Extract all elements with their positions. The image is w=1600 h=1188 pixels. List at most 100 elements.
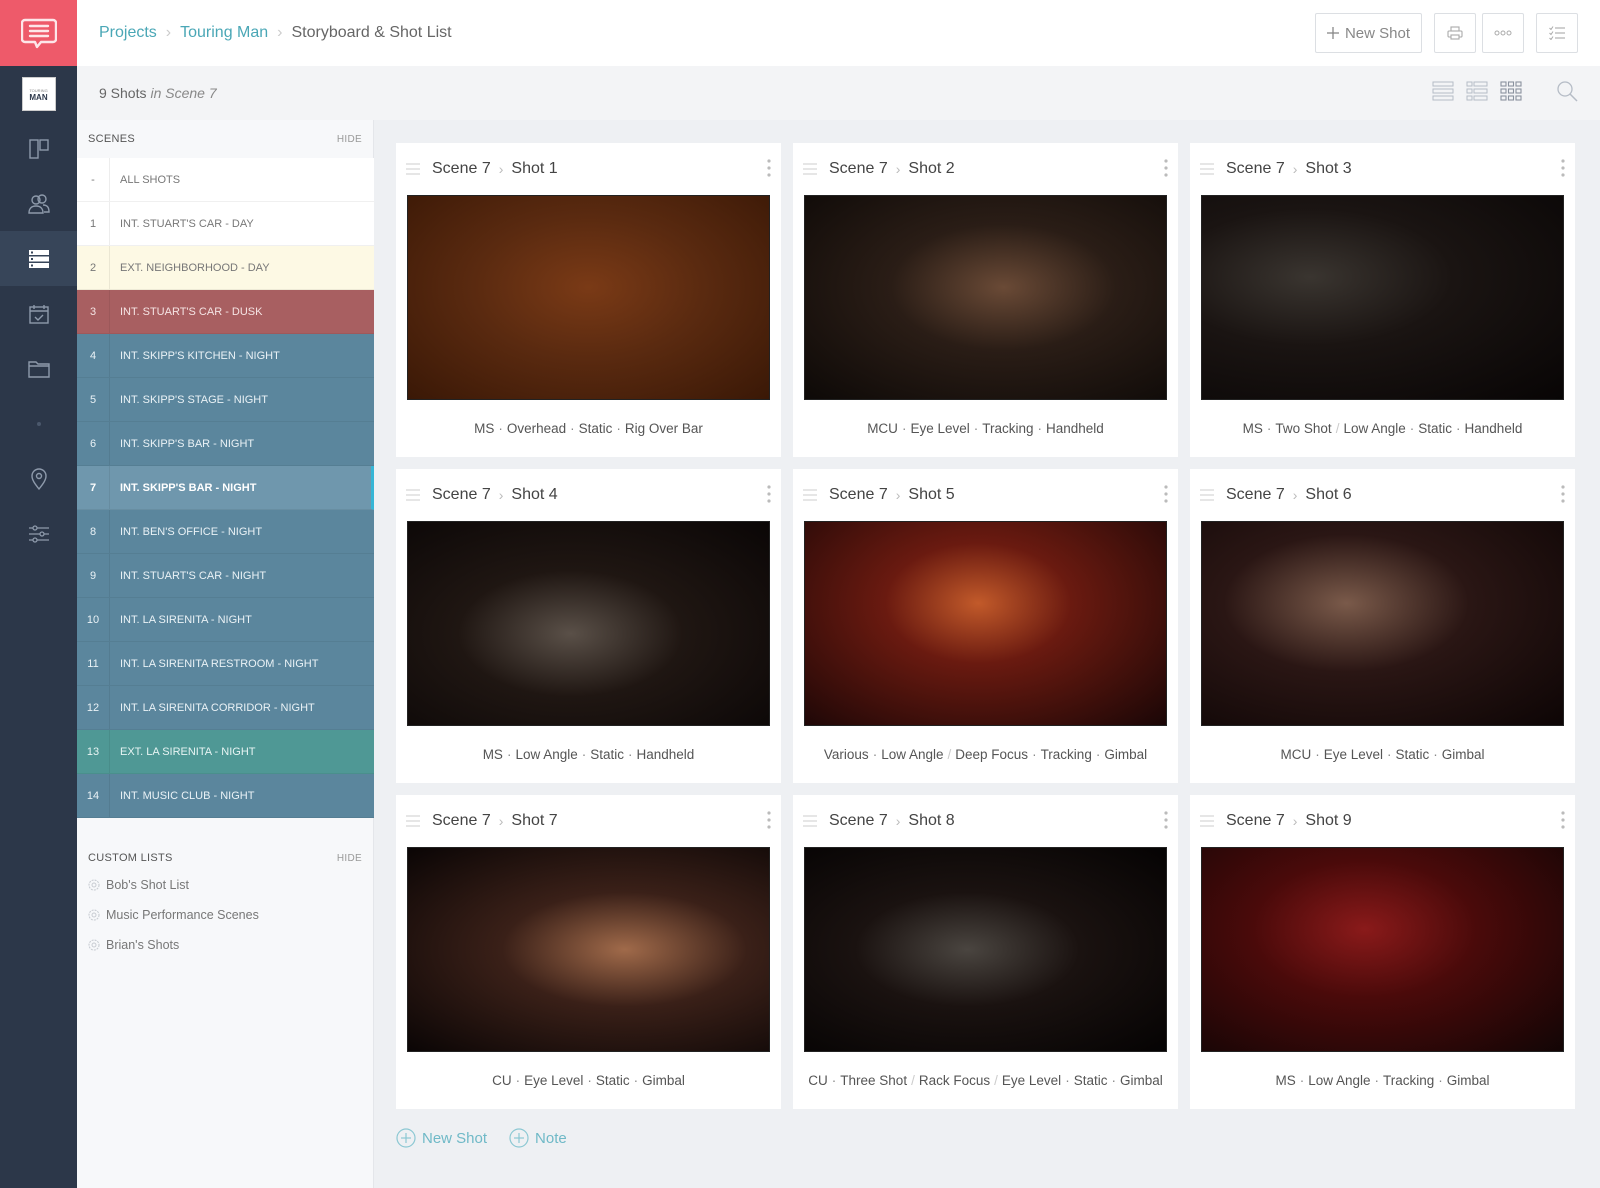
- custom-lists-hide-button[interactable]: HIDE: [337, 853, 362, 864]
- custom-list-item[interactable]: Brian's Shots: [77, 930, 373, 960]
- detail-list-view-toggle[interactable]: [1466, 80, 1488, 102]
- scene-row[interactable]: 6 INT. SKIPP'S BAR - NIGHT: [77, 422, 374, 466]
- search-button[interactable]: [1556, 80, 1578, 102]
- drag-handle-icon[interactable]: [406, 489, 420, 501]
- shot-scene[interactable]: Scene 7: [829, 160, 888, 178]
- shot-scene[interactable]: Scene 7: [829, 486, 888, 504]
- shot-card[interactable]: Scene 7 › Shot 9 MS · Low Angle · Tracking · G…: [1190, 795, 1575, 1109]
- drag-handle-icon[interactable]: [1200, 489, 1214, 501]
- shot-title[interactable]: Shot 7: [511, 812, 557, 830]
- rail-item-shot-list[interactable]: [0, 231, 77, 286]
- scene-row[interactable]: 5 INT. SKIPP'S STAGE - NIGHT: [77, 378, 374, 422]
- rail-item-files[interactable]: [0, 341, 77, 396]
- shot-title[interactable]: Shot 2: [908, 160, 954, 178]
- shot-thumbnail[interactable]: [407, 521, 770, 726]
- shot-thumbnail[interactable]: [407, 195, 770, 400]
- drag-handle-icon[interactable]: [803, 815, 817, 827]
- custom-list-item[interactable]: Music Performance Scenes: [77, 900, 373, 930]
- add-note-link[interactable]: Note: [509, 1128, 567, 1148]
- more-horizontal-icon: [1494, 30, 1512, 36]
- app-logo[interactable]: [0, 0, 77, 66]
- scenes-hide-button[interactable]: HIDE: [337, 134, 362, 145]
- shot-card[interactable]: Scene 7 › Shot 7 CU · Eye Level · Static · Gim…: [396, 795, 781, 1109]
- kebab-menu-icon[interactable]: [767, 159, 771, 177]
- shot-card[interactable]: Scene 7 › Shot 2 MCU · Eye Level · Tracking ·…: [793, 143, 1178, 457]
- shot-card[interactable]: Scene 7 › Shot 5 Various · Low Angle / Deep …: [793, 469, 1178, 783]
- rail-item-calendar[interactable]: [0, 286, 77, 341]
- scene-row[interactable]: 11 INT. LA SIRENITA RESTROOM - NIGHT: [77, 642, 374, 686]
- kebab-menu-icon[interactable]: [1561, 811, 1565, 829]
- scene-row[interactable]: 2 EXT. NEIGHBORHOOD - DAY: [77, 246, 374, 290]
- scene-row[interactable]: 4 INT. SKIPP'S KITCHEN - NIGHT: [77, 334, 374, 378]
- shot-scene[interactable]: Scene 7: [829, 812, 888, 830]
- grid-view-toggle[interactable]: [1500, 80, 1522, 102]
- scene-row[interactable]: 1 INT. STUART'S CAR - DAY: [77, 202, 374, 246]
- caption-separator: ·: [1456, 421, 1461, 436]
- checklist-button[interactable]: [1536, 13, 1578, 53]
- shot-title[interactable]: Shot 5: [908, 486, 954, 504]
- rail-item-locations[interactable]: [0, 451, 77, 506]
- shot-scene[interactable]: Scene 7: [432, 160, 491, 178]
- breadcrumb-project[interactable]: Touring Man: [180, 24, 268, 42]
- shot-title[interactable]: Shot 6: [1305, 486, 1351, 504]
- shot-card[interactable]: Scene 7 › Shot 3 MS · Two Shot / Low Angle · S…: [1190, 143, 1575, 457]
- drag-handle-icon[interactable]: [406, 163, 420, 175]
- list-view-toggle[interactable]: [1432, 80, 1454, 102]
- custom-list-item[interactable]: Bob's Shot List: [77, 870, 373, 900]
- folder-icon: [27, 360, 50, 378]
- kebab-menu-icon[interactable]: [767, 485, 771, 503]
- scene-row[interactable]: 10 INT. LA SIRENITA - NIGHT: [77, 598, 374, 642]
- project-switcher[interactable]: TOURING MAN: [0, 66, 77, 121]
- breadcrumb-projects[interactable]: Projects: [99, 24, 157, 42]
- rail-item-settings[interactable]: [0, 506, 77, 561]
- rail-item-people[interactable]: [0, 176, 77, 231]
- drag-handle-icon[interactable]: [1200, 815, 1214, 827]
- scene-row[interactable]: 13 EXT. LA SIRENITA - NIGHT: [77, 730, 374, 774]
- scene-row[interactable]: 14 INT. MUSIC CLUB - NIGHT: [77, 774, 374, 818]
- add-new-shot-link[interactable]: New Shot: [396, 1128, 487, 1148]
- shot-thumbnail[interactable]: [804, 847, 1167, 1052]
- shot-thumbnail[interactable]: [407, 847, 770, 1052]
- shot-thumbnail[interactable]: [1201, 847, 1564, 1052]
- drag-handle-icon[interactable]: [803, 163, 817, 175]
- shot-thumbnail[interactable]: [804, 521, 1167, 726]
- scene-row[interactable]: 3 INT. STUART'S CAR - DUSK: [77, 290, 374, 334]
- shot-thumbnail[interactable]: [1201, 195, 1564, 400]
- shot-scene[interactable]: Scene 7: [1226, 812, 1285, 830]
- scene-number: 9: [77, 554, 110, 597]
- print-button[interactable]: [1434, 13, 1476, 53]
- kebab-menu-icon[interactable]: [1164, 811, 1168, 829]
- shot-card[interactable]: Scene 7 › Shot 4 MS · Low Angle · Static · Han…: [396, 469, 781, 783]
- shot-thumbnail[interactable]: [804, 195, 1167, 400]
- kebab-menu-icon[interactable]: [767, 811, 771, 829]
- shot-title[interactable]: Shot 8: [908, 812, 954, 830]
- shot-scene[interactable]: Scene 7: [432, 486, 491, 504]
- drag-handle-icon[interactable]: [803, 489, 817, 501]
- scene-row[interactable]: 8 INT. BEN'S OFFICE - NIGHT: [77, 510, 374, 554]
- shot-card[interactable]: Scene 7 › Shot 8 CU · Three Shot / Rack Focu…: [793, 795, 1178, 1109]
- scene-row[interactable]: - ALL SHOTS: [77, 158, 374, 202]
- kebab-menu-icon[interactable]: [1561, 159, 1565, 177]
- shot-title[interactable]: Shot 4: [511, 486, 557, 504]
- shot-scene[interactable]: Scene 7: [1226, 486, 1285, 504]
- kebab-menu-icon[interactable]: [1164, 485, 1168, 503]
- breadcrumb: Projects › Touring Man › Storyboard & Sh…: [99, 24, 452, 42]
- new-shot-button[interactable]: New Shot: [1315, 13, 1422, 53]
- shot-scene[interactable]: Scene 7: [1226, 160, 1285, 178]
- drag-handle-icon[interactable]: [406, 815, 420, 827]
- rail-item-storyboard[interactable]: [0, 121, 77, 176]
- shot-title[interactable]: Shot 9: [1305, 812, 1351, 830]
- scene-row[interactable]: 9 INT. STUART'S CAR - NIGHT: [77, 554, 374, 598]
- shot-card[interactable]: Scene 7 › Shot 6 MCU · Eye Level · Static · Gi…: [1190, 469, 1575, 783]
- kebab-menu-icon[interactable]: [1561, 485, 1565, 503]
- more-options-button[interactable]: [1482, 13, 1524, 53]
- shot-scene[interactable]: Scene 7: [432, 812, 491, 830]
- shot-card[interactable]: Scene 7 › Shot 1 MS · Overhead · Static · Rig …: [396, 143, 781, 457]
- shot-title[interactable]: Shot 3: [1305, 160, 1351, 178]
- scene-row[interactable]: 7 INT. SKIPP'S BAR - NIGHT: [77, 466, 374, 510]
- scene-row[interactable]: 12 INT. LA SIRENITA CORRIDOR - NIGHT: [77, 686, 374, 730]
- drag-handle-icon[interactable]: [1200, 163, 1214, 175]
- kebab-menu-icon[interactable]: [1164, 159, 1168, 177]
- shot-thumbnail[interactable]: [1201, 521, 1564, 726]
- shot-title[interactable]: Shot 1: [511, 160, 557, 178]
